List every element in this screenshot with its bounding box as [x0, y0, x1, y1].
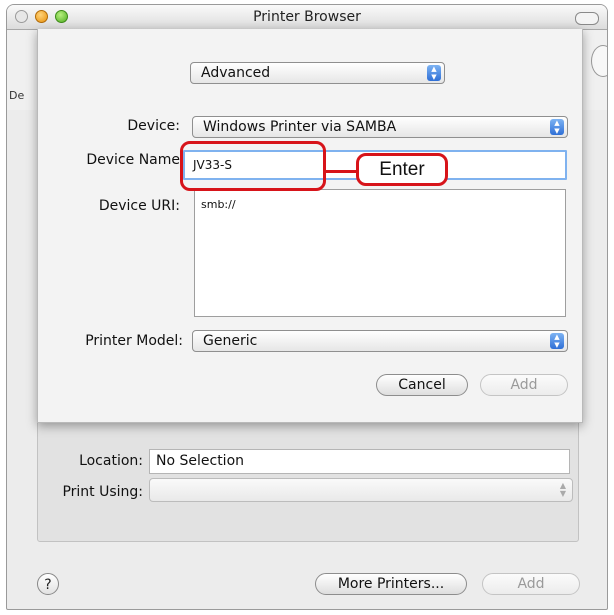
printer-model-select[interactable]: Generic ▲ ▼: [192, 330, 568, 352]
annotation-connector-line: [326, 170, 356, 173]
add-button[interactable]: Add: [480, 374, 568, 396]
help-button[interactable]: ?: [37, 573, 59, 595]
popup-arrows-icon: ▲ ▼: [559, 481, 566, 498]
add-button-disabled[interactable]: Add: [482, 573, 580, 595]
popup-arrows-icon: ▲ ▼: [550, 333, 564, 349]
toolbar-toggle-button[interactable]: [575, 12, 599, 25]
popup-arrows-icon: ▲ ▼: [550, 119, 564, 135]
device-uri-label: Device URI:: [98, 198, 180, 214]
location-label: Location:: [79, 453, 143, 469]
add-printer-sheet: Advanced ▲ ▼ Device: Windows Printer via …: [37, 29, 583, 423]
device-uri-field[interactable]: smb://: [194, 189, 566, 317]
device-label: Device:: [127, 118, 180, 134]
search-field-edge: [591, 45, 607, 77]
device-select-value: Windows Printer via SAMBA: [203, 119, 397, 135]
annotation-enter-label: Enter: [356, 153, 448, 186]
cancel-button[interactable]: Cancel: [376, 374, 468, 396]
annotation-highlight-box: [180, 141, 326, 191]
print-using-label: Print Using:: [62, 484, 143, 500]
mode-select-value: Advanced: [201, 65, 271, 81]
device-name-label: Device Name: [86, 152, 180, 168]
help-icon: ?: [44, 577, 52, 593]
device-select[interactable]: Windows Printer via SAMBA ▲ ▼: [192, 116, 568, 138]
window-title: Printer Browser: [253, 9, 361, 25]
partial-default-label: De: [9, 89, 25, 102]
title-bar: Printer Browser: [7, 5, 607, 30]
mode-select[interactable]: Advanced ▲ ▼: [190, 62, 445, 84]
printer-model-value: Generic: [203, 333, 258, 349]
location-field[interactable]: No Selection: [149, 449, 570, 474]
printer-model-label: Printer Model:: [85, 333, 183, 349]
popup-arrows-icon: ▲ ▼: [427, 65, 441, 81]
more-printers-button[interactable]: More Printers...: [315, 573, 467, 595]
print-using-select[interactable]: ▲ ▼: [149, 478, 573, 502]
